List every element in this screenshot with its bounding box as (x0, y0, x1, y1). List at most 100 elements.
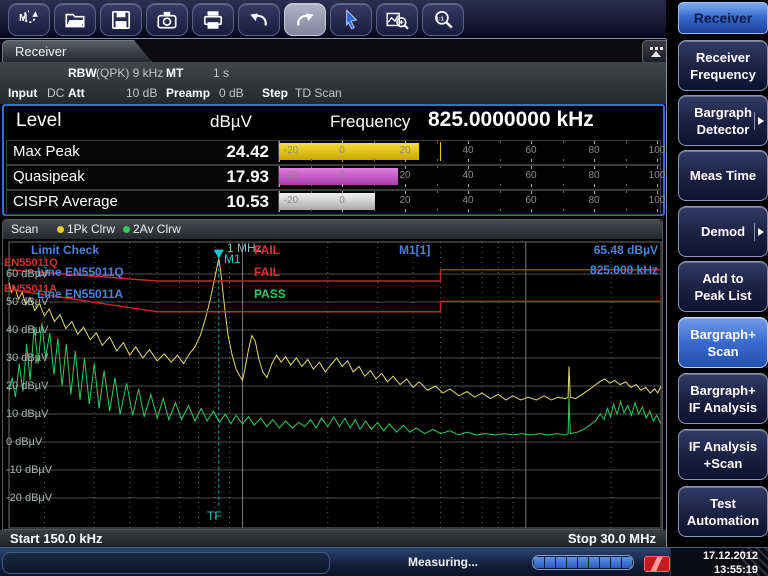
start-frequency: Start 150.0 kHz (10, 531, 103, 546)
bargraph-row-quasipeak: Quasipeak 17.93 -20020406080100 (6, 165, 661, 190)
instrument-screen: M 1:1 Receiver RBW (QPK) 9 kHz (0, 0, 768, 576)
scale-tick-label: 80 (588, 170, 599, 181)
att-value[interactable]: 10 dB (126, 86, 157, 100)
measurement-progress-bar (532, 555, 634, 570)
zoom-icon[interactable] (376, 3, 418, 36)
marker-list-label: M1[1] (399, 243, 430, 257)
limit-check-header-status: FAIL (254, 243, 280, 257)
scale-tick-label: 20 (399, 195, 410, 206)
step-value[interactable]: TD Scan (295, 86, 342, 100)
softkey-add-to-peak-list[interactable]: Add toPeak List (678, 261, 768, 312)
dots-icon (650, 47, 663, 50)
scale-tick-label: 40 (462, 145, 473, 156)
y-axis-label: 40 dBµV (6, 324, 48, 336)
rbw-label: RBW (68, 66, 97, 80)
detector-label: CISPR Average (13, 193, 118, 210)
marker-level-readout: 65.48 dBµV (594, 243, 658, 257)
time-text: 13:55:19 (671, 563, 758, 576)
scale-tick-label: 40 (462, 195, 473, 206)
save-icon[interactable] (100, 3, 142, 36)
bargraph-panel[interactable]: Level dBµV Frequency 825.0000000 kHz Max… (2, 104, 665, 216)
scan-window[interactable]: Scan 1Pk Clrw 2Av Clrw 1 MHz Limit Check… (2, 219, 663, 530)
y-axis-label: 30 dBµV (6, 352, 48, 364)
bargraph-scale: -20020406080100 (278, 141, 657, 162)
scale-tick-label: 0 (339, 170, 345, 181)
softkey-meas-time[interactable]: Meas Time (678, 150, 768, 201)
datetime-display: 17.12.2012 13:55:19 (670, 548, 768, 576)
bargraph-scale: -20020406080100 (278, 166, 657, 187)
sidebar-divider (666, 39, 667, 547)
message-box (2, 552, 330, 574)
scale-tick-label: 60 (525, 170, 536, 181)
rbw-value[interactable]: (QPK) 9 kHz (96, 66, 163, 80)
toolbar: M 1:1 (0, 0, 666, 38)
trace1-dot-icon (57, 226, 64, 233)
scan-plot (3, 239, 662, 530)
date-text: 17.12.2012 (671, 549, 758, 563)
softkey-sidebar: Receiver ReceiverFrequencyBargraphDetect… (666, 0, 768, 547)
mt-value[interactable]: 1 s (213, 66, 229, 80)
scale-tick-label: 100 (649, 170, 666, 181)
scale-tick-label: -20 (284, 145, 298, 156)
y-axis-label: -10 dBµV (6, 464, 52, 476)
marker-name-label: M1 (224, 252, 241, 266)
bargraph-header: Level dBµV Frequency 825.0000000 kHz (4, 106, 663, 139)
zoom-1-1-icon[interactable]: 1:1 (422, 3, 464, 36)
scale-tick-label: -20 (284, 195, 298, 206)
scale-tick-label: 80 (588, 145, 599, 156)
peak-hold-marker (440, 142, 441, 161)
y-axis-label: 50 dBµV (6, 296, 48, 308)
status-bar: Measuring... 17.12.2012 13:55:19 (0, 547, 768, 576)
scale-tick-label: 0 (339, 145, 345, 156)
error-indicator-icon (644, 556, 670, 572)
scale-tick-label: 20 (399, 145, 410, 156)
bargraph-bar (279, 143, 419, 160)
scan-chart[interactable]: 1 MHz Limit Check FAIL Line EN55011Q FAI… (3, 239, 662, 530)
scale-tick-label: 40 (462, 170, 473, 181)
screenshot-icon[interactable] (146, 3, 188, 36)
detector-label: Max Peak (13, 143, 80, 160)
limit-label-en55011a: EN55011A (4, 283, 57, 295)
softkey-receiver-frequency[interactable]: ReceiverFrequency (678, 40, 768, 91)
input-label: Input (8, 86, 37, 100)
softkey-if-analysis-scan[interactable]: IF Analysis+Scan (678, 429, 768, 480)
level-unit: dBµV (210, 112, 252, 132)
scan-title: Scan (11, 222, 38, 236)
mode-icon[interactable]: M (8, 3, 50, 36)
y-axis-label: 10 dBµV (6, 408, 48, 420)
trace1-legend: 1Pk Clrw (57, 222, 115, 236)
open-icon[interactable] (54, 3, 96, 36)
scale-tick-label: 60 (525, 145, 536, 156)
transducer-factor-label: TF (207, 509, 222, 523)
softkey-demod[interactable]: Demod (678, 206, 768, 257)
detector-value: 10.53 (157, 192, 269, 212)
scale-tick-label: 60 (525, 195, 536, 206)
scale-tick-label: 20 (399, 170, 410, 181)
submenu-arrow-icon (754, 223, 764, 241)
softkey-bargraph-detector[interactable]: BargraphDetector (678, 95, 768, 146)
input-value[interactable]: DC (47, 86, 64, 100)
bargraph-scale: -20020406080100 (278, 191, 657, 212)
undo-icon[interactable] (238, 3, 280, 36)
marker-freq-readout: 825.000 kHz (590, 263, 658, 277)
softkey-test-automation[interactable]: TestAutomation (678, 486, 768, 537)
scale-tick-label: 80 (588, 195, 599, 206)
select-icon[interactable] (330, 3, 372, 36)
frequency-value[interactable]: 825.0000000 kHz (428, 108, 594, 132)
scale-tick-label: -20 (284, 170, 298, 181)
limit-check-header: Limit Check (31, 243, 99, 257)
level-label: Level (16, 110, 61, 132)
softkey-bargraph-if-analysis[interactable]: Bargraph+IF Analysis (678, 373, 768, 424)
limit-line-1-status: FAIL (254, 265, 280, 279)
measuring-status: Measuring... (408, 555, 478, 569)
preamp-value[interactable]: 0 dB (219, 86, 244, 100)
softkey-bargraph-scan[interactable]: Bargraph+Scan (678, 317, 768, 368)
submenu-arrow-icon (754, 112, 764, 130)
sidebar-header: Receiver (678, 2, 768, 34)
print-icon[interactable] (192, 3, 234, 36)
redo-icon[interactable] (284, 3, 326, 36)
scan-titlebar: Scan 1Pk Clrw 2Av Clrw (3, 220, 662, 239)
detector-value: 24.42 (157, 142, 269, 162)
tab-receiver[interactable]: Receiver (2, 40, 152, 62)
scale-tick-label: 0 (339, 195, 345, 206)
